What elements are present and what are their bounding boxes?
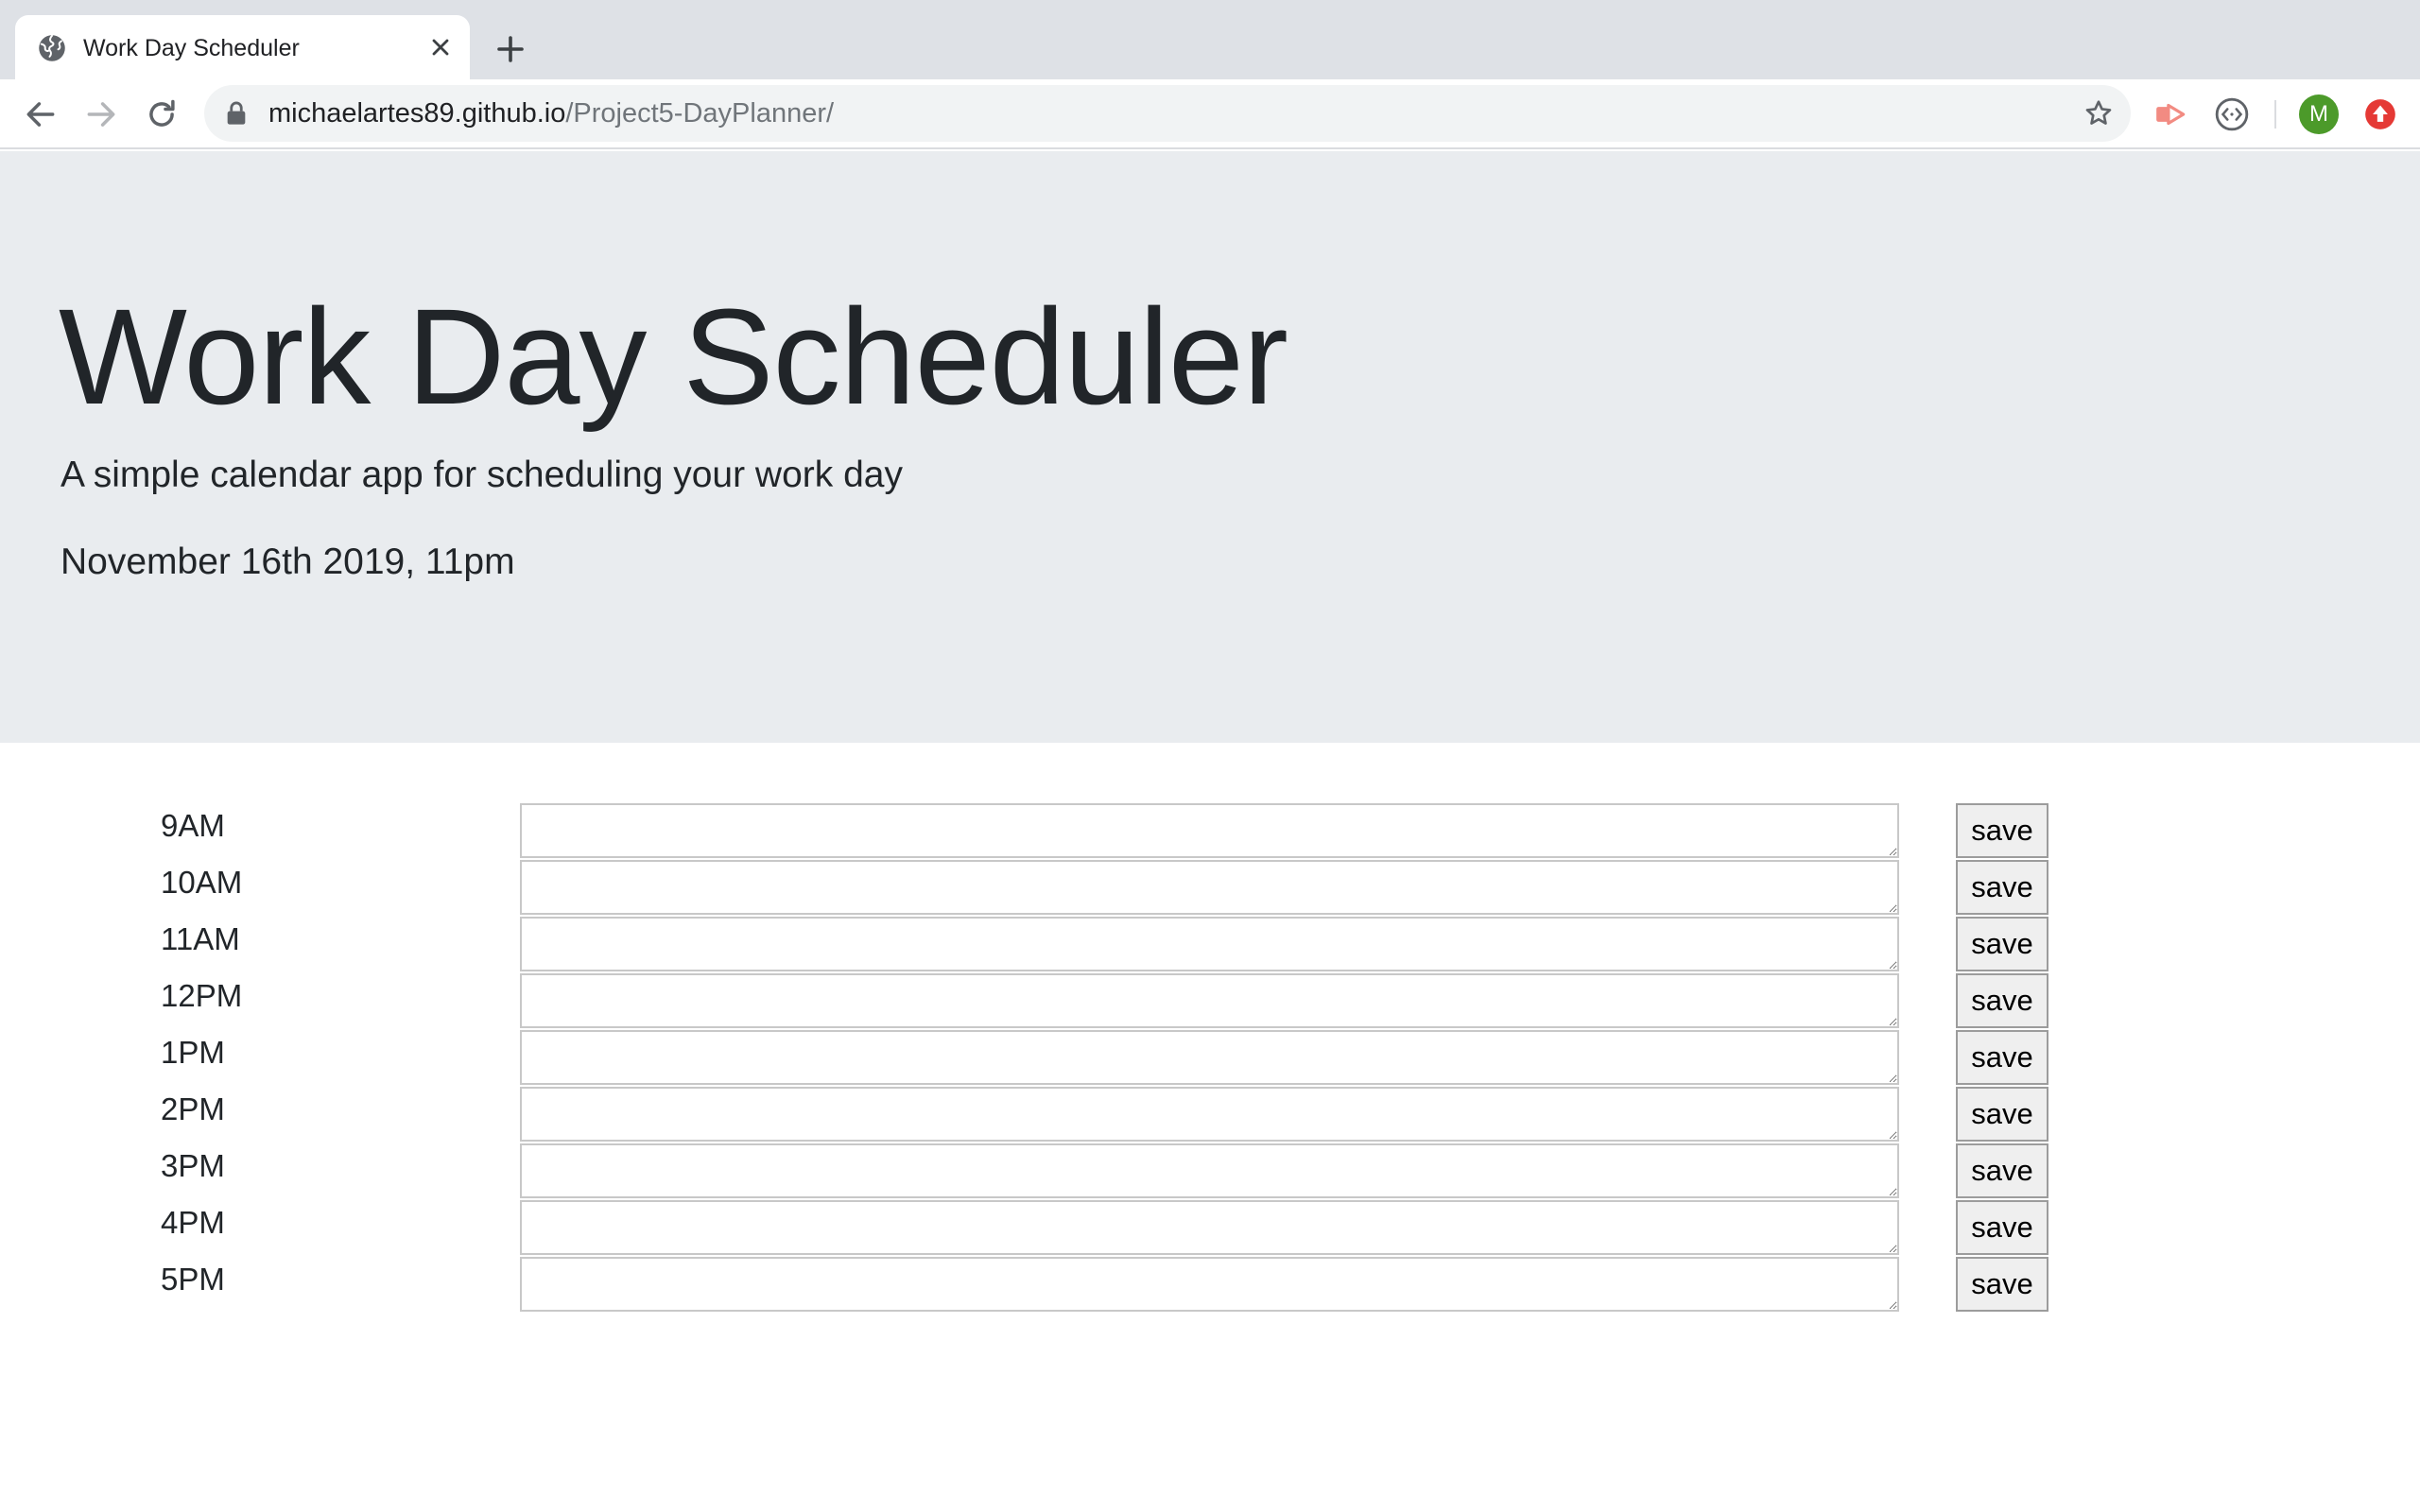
hour-label: 2PM xyxy=(161,1091,225,1126)
time-block-row: 3PM save xyxy=(0,1142,2420,1198)
hour-label: 1PM xyxy=(161,1035,225,1070)
globe-icon xyxy=(39,34,65,61)
time-block-row: 12PM save xyxy=(0,971,2420,1028)
toolbar-divider xyxy=(2274,100,2276,129)
description-textarea[interactable] xyxy=(520,1030,1899,1085)
save-button[interactable]: save xyxy=(1956,917,2048,971)
save-button[interactable]: save xyxy=(1956,1087,2048,1142)
description-textarea[interactable] xyxy=(520,1143,1899,1198)
page-subtitle: A simple calendar app for scheduling you… xyxy=(60,455,903,495)
close-icon[interactable] xyxy=(427,34,454,60)
new-tab-icon[interactable] xyxy=(493,32,527,66)
time-block-row: 1PM save xyxy=(0,1028,2420,1085)
back-icon[interactable] xyxy=(23,96,59,132)
description-textarea[interactable] xyxy=(520,1257,1899,1312)
browser-tab[interactable]: Work Day Scheduler xyxy=(15,15,470,79)
browser-toolbar: michaelartes89.github.io/Project5-DayPla… xyxy=(0,79,2420,149)
hour-label: 4PM xyxy=(161,1205,225,1240)
bookmark-star-icon[interactable] xyxy=(2083,98,2114,129)
forward-icon[interactable] xyxy=(83,96,119,132)
save-button[interactable]: save xyxy=(1956,860,2048,915)
description-textarea[interactable] xyxy=(520,1087,1899,1142)
hour-label: 9AM xyxy=(161,808,225,843)
description-textarea[interactable] xyxy=(520,860,1899,915)
time-block-row: 5PM save xyxy=(0,1255,2420,1312)
update-icon[interactable] xyxy=(2362,96,2398,132)
reload-icon[interactable] xyxy=(144,96,180,132)
save-button[interactable]: save xyxy=(1956,1143,2048,1198)
extension-code-icon[interactable] xyxy=(2214,96,2250,132)
time-block-row: 11AM save xyxy=(0,915,2420,971)
hour-label: 3PM xyxy=(161,1148,225,1183)
lock-icon[interactable] xyxy=(225,100,248,127)
save-button[interactable]: save xyxy=(1956,803,2048,858)
hour-label: 10AM xyxy=(161,865,243,900)
tab-title: Work Day Scheduler xyxy=(83,35,300,61)
time-block-row: 10AM save xyxy=(0,858,2420,915)
jumbotron-header: Work Day Scheduler A simple calendar app… xyxy=(0,151,2420,743)
profile-avatar[interactable]: M xyxy=(2299,94,2339,134)
save-button[interactable]: save xyxy=(1956,973,2048,1028)
address-bar[interactable]: michaelartes89.github.io/Project5-DayPla… xyxy=(204,85,2131,142)
description-textarea[interactable] xyxy=(520,803,1899,858)
page-title: Work Day Scheduler xyxy=(59,281,1288,433)
tab-strip: Work Day Scheduler xyxy=(0,0,2420,79)
save-button[interactable]: save xyxy=(1956,1257,2048,1312)
save-button[interactable]: save xyxy=(1956,1200,2048,1255)
time-block-row: 2PM save xyxy=(0,1085,2420,1142)
url-text: michaelartes89.github.io/Project5-DayPla… xyxy=(268,97,834,129)
description-textarea[interactable] xyxy=(520,917,1899,971)
description-textarea[interactable] xyxy=(520,973,1899,1028)
hour-label: 5PM xyxy=(161,1262,225,1297)
url-host: michaelartes89.github.io xyxy=(268,98,566,129)
url-path: /Project5-DayPlanner/ xyxy=(565,98,835,129)
current-day: November 16th 2019, 11pm xyxy=(60,541,515,582)
time-block-row: 9AM save xyxy=(0,801,2420,858)
hour-label: 11AM xyxy=(161,921,240,956)
save-button[interactable]: save xyxy=(1956,1030,2048,1085)
time-block-row: 4PM save xyxy=(0,1198,2420,1255)
extension-arrow-icon[interactable] xyxy=(2153,96,2189,132)
hour-label: 12PM xyxy=(161,978,243,1013)
description-textarea[interactable] xyxy=(520,1200,1899,1255)
